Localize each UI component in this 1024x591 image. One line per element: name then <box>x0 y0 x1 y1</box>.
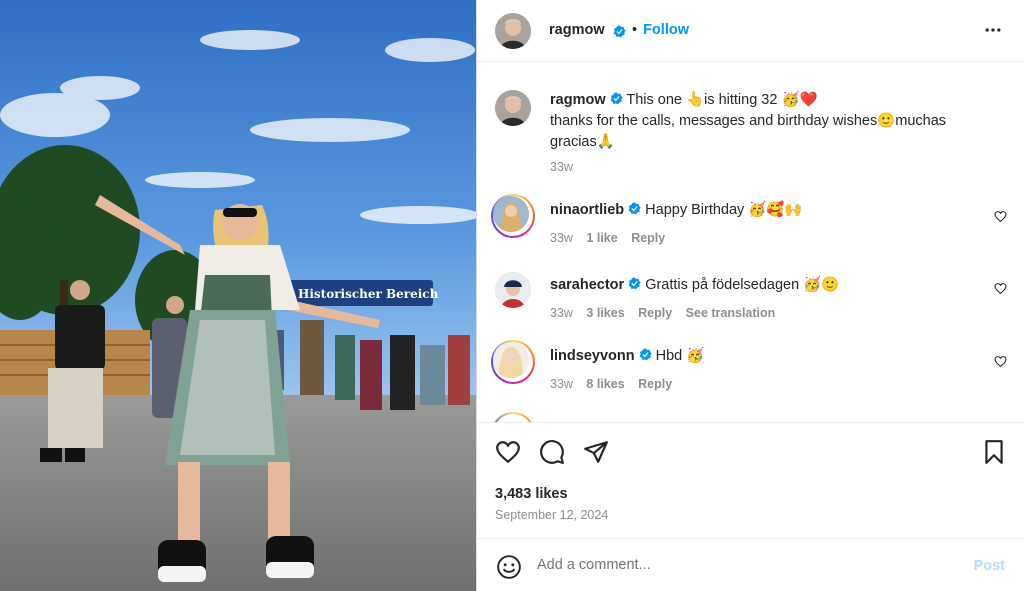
comment-icon[interactable] <box>539 439 565 465</box>
like-heart-icon[interactable] <box>495 439 521 465</box>
reply-button[interactable]: Reply <box>638 377 672 391</box>
caption-avatar[interactable] <box>495 90 531 126</box>
caption-text-line1: This one 👆is hitting 32 🥳❤️ <box>626 92 818 108</box>
verified-badge-icon <box>639 348 652 361</box>
caption-time: 33w <box>550 160 573 174</box>
comment-text: Hbd 🥳 <box>655 348 705 364</box>
commenter-avatar[interactable] <box>495 272 531 308</box>
caption-username[interactable]: ragmow <box>550 92 606 108</box>
comment-time: 33w <box>550 377 573 391</box>
comment-like-heart-icon[interactable] <box>994 210 1007 223</box>
comment-text: Happy Birthday 🥳🥰🙌 <box>645 202 803 218</box>
post-image: Historischer Bereich <box>0 0 476 591</box>
add-comment-bar: Post <box>477 538 1024 591</box>
likes-count[interactable]: 3,483 likes <box>495 486 568 502</box>
reply-button[interactable]: Reply <box>638 306 672 320</box>
post-header: ragmow • Follow <box>477 0 1024 62</box>
banner-text: Historischer Bereich <box>298 287 439 301</box>
comments-section[interactable]: ragmow This one 👆is hitting 32 🥳❤️ thank… <box>477 62 1024 422</box>
post-photo[interactable]: Historischer Bereich <box>0 0 476 591</box>
commenter-username[interactable]: lindseyvonn <box>550 348 635 364</box>
verified-badge-icon <box>628 277 641 290</box>
verified-badge-icon <box>628 202 641 215</box>
bookmark-icon[interactable] <box>981 439 1007 465</box>
comment-input[interactable] <box>537 557 937 573</box>
commenter-username[interactable]: nina­ortlieb <box>550 202 624 218</box>
story-ring[interactable] <box>491 194 535 238</box>
story-ring[interactable] <box>491 340 535 384</box>
author-username[interactable]: ragmow <box>549 22 605 38</box>
comment-likes[interactable]: 8 likes <box>586 377 624 391</box>
more-options-icon[interactable] <box>983 20 1003 40</box>
emoji-icon[interactable] <box>496 554 522 580</box>
comment-text: Grattis på födelsedagen 🥳🙂 <box>645 277 840 293</box>
comment-time: 33w <box>550 231 573 245</box>
comment-likes[interactable]: 1 like <box>586 231 617 245</box>
author-avatar[interactable] <box>495 13 531 49</box>
comment-like-heart-icon[interactable] <box>994 355 1007 368</box>
post-panel: ragmow • Follow ragmow This one 👆is hitti… <box>476 0 1024 591</box>
see-translation-link[interactable]: See translation <box>686 306 776 320</box>
separator-dot: • <box>632 22 638 38</box>
commenter-username[interactable]: sarahector <box>550 277 624 293</box>
commenter-avatar[interactable] <box>493 342 529 378</box>
comment-time: 33w <box>550 306 573 320</box>
reply-button[interactable]: Reply <box>631 231 665 245</box>
follow-button[interactable]: Follow <box>643 22 689 38</box>
story-ring[interactable] <box>491 412 535 422</box>
post-comment-button[interactable]: Post <box>974 558 1005 574</box>
caption-text-line2: thanks for the calls, messages and birth… <box>550 113 947 150</box>
post-date: September 12, 2024 <box>495 508 609 522</box>
post-actions: 3,483 likes September 12, 2024 <box>477 422 1024 538</box>
verified-badge-icon <box>613 25 626 38</box>
share-icon[interactable] <box>583 439 609 465</box>
verified-badge-icon <box>610 92 623 105</box>
comment-like-heart-icon[interactable] <box>994 282 1007 295</box>
commenter-avatar[interactable] <box>493 196 529 232</box>
comment-likes[interactable]: 3 likes <box>586 306 624 320</box>
